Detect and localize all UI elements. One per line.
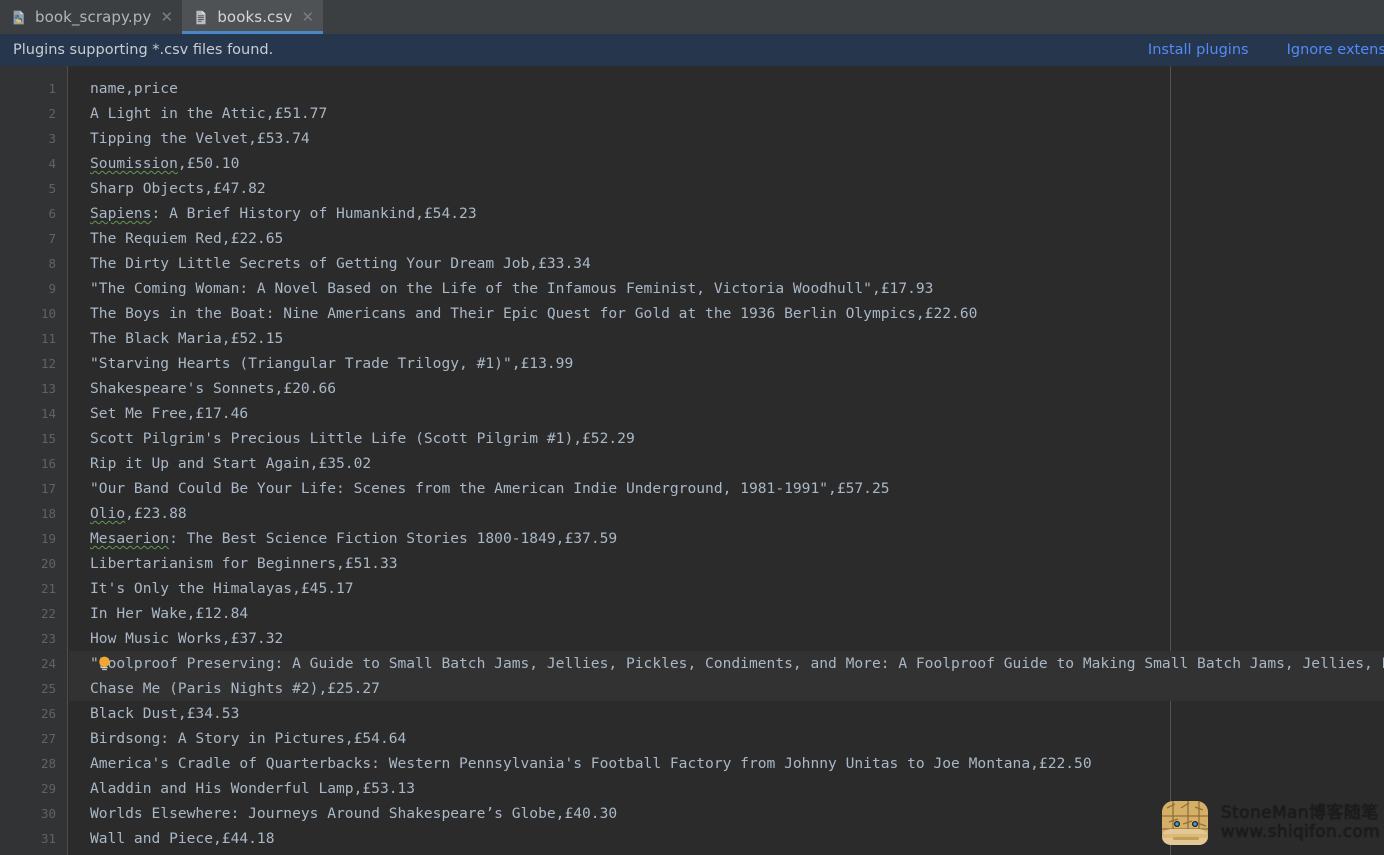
line-number: 8 bbox=[48, 256, 56, 271]
line-number: 24 bbox=[40, 656, 56, 671]
code-editor[interactable]: 1 2 3 4 5 6 7 8 9 10 11 12 13 14 15 16 17 18 19 20 21 22 23 24 2… bbox=[0, 66, 1384, 855]
code-line[interactable]: A Light in the Attic,£51.77 bbox=[69, 101, 1384, 126]
code-line[interactable]: Worlds Elsewhere: Journeys Around Shakes… bbox=[69, 801, 1384, 826]
line-number: 3 bbox=[48, 131, 56, 146]
code-line[interactable]: Black Dust,£34.53 bbox=[69, 701, 1384, 726]
code-line[interactable]: The Boys in the Boat: Nine Americans and… bbox=[69, 301, 1384, 326]
code-line[interactable]: "Foolproof Preserving: A Guide to Small … bbox=[69, 651, 1384, 676]
line-number: 2 bbox=[48, 106, 56, 121]
line-number: 11 bbox=[40, 331, 56, 346]
line-number: 14 bbox=[40, 406, 56, 421]
code-line[interactable]: Sharp Objects,£47.82 bbox=[69, 176, 1384, 201]
code-line[interactable]: The Four Agreements: A Practical Guide t… bbox=[69, 851, 1384, 855]
code-line[interactable]: Olio,£23.88 bbox=[69, 501, 1384, 526]
tab-close-icon[interactable]: ✕ bbox=[160, 9, 174, 25]
line-number-gutter[interactable]: 1 2 3 4 5 6 7 8 9 10 11 12 13 14 15 16 17 18 19 20 21 22 23 24 2… bbox=[0, 66, 68, 855]
code-line[interactable]: Soumission,£50.10 bbox=[69, 151, 1384, 176]
code-line[interactable]: The Black Maria,£52.15 bbox=[69, 326, 1384, 351]
code-line[interactable]: Shakespeare's Sonnets,£20.66 bbox=[69, 376, 1384, 401]
line-number: 25 bbox=[40, 681, 56, 696]
code-line[interactable]: The Dirty Little Secrets of Getting Your… bbox=[69, 251, 1384, 276]
line-number: 7 bbox=[48, 231, 56, 246]
code-text-area[interactable]: name,price A Light in the Attic,£51.77 Tip… bbox=[69, 66, 1384, 855]
line-number: 12 bbox=[40, 356, 56, 371]
code-line[interactable]: How Music Works,£37.32 bbox=[69, 626, 1384, 651]
line-number: 18 bbox=[40, 506, 56, 521]
line-number: 5 bbox=[48, 181, 56, 196]
code-line[interactable]: Mesaerion: The Best Science Fiction Stor… bbox=[69, 526, 1384, 551]
code-line[interactable]: Set Me Free,£17.46 bbox=[69, 401, 1384, 426]
code-line[interactable]: Birdsong: A Story in Pictures,£54.64 bbox=[69, 726, 1384, 751]
line-number: 4 bbox=[48, 156, 56, 171]
python-file-icon bbox=[13, 10, 24, 24]
line-number: 15 bbox=[40, 431, 56, 446]
line-number: 23 bbox=[40, 631, 56, 646]
tab-book-scrapy-py[interactable]: book_scrapy.py ✕ bbox=[0, 0, 183, 34]
line-number: 6 bbox=[48, 206, 56, 221]
tab-books-csv[interactable]: books.csv ✕ bbox=[182, 0, 324, 34]
code-line[interactable]: "Our Band Could Be Your Life: Scenes fro… bbox=[69, 476, 1384, 501]
code-line[interactable]: Wall and Piece,£44.18 bbox=[69, 826, 1384, 851]
code-line[interactable]: Tipping the Velvet,£53.74 bbox=[69, 126, 1384, 151]
plugin-notification-bar: Plugins supporting *.csv files found. In… bbox=[0, 34, 1384, 66]
ignore-extension-link[interactable]: Ignore extension bbox=[1287, 42, 1384, 58]
tab-label: book_scrapy.py bbox=[35, 8, 152, 26]
intention-bulb-icon[interactable] bbox=[97, 655, 112, 672]
code-line[interactable]: Aladdin and His Wonderful Lamp,£53.13 bbox=[69, 776, 1384, 801]
editor-tab-bar: book_scrapy.py ✕ books.csv ✕ bbox=[0, 0, 1384, 34]
line-number: 32 bbox=[0, 851, 56, 855]
code-line[interactable]: "The Coming Woman: A Novel Based on the … bbox=[69, 276, 1384, 301]
line-number: 29 bbox=[40, 781, 56, 796]
line-number: 21 bbox=[40, 581, 56, 596]
code-line[interactable]: In Her Wake,£12.84 bbox=[69, 601, 1384, 626]
tab-label: books.csv bbox=[217, 8, 293, 26]
code-line[interactable]: name,price bbox=[69, 76, 1384, 101]
line-number: 22 bbox=[40, 606, 56, 621]
notification-message: Plugins supporting *.csv files found. bbox=[13, 42, 274, 58]
line-number: 1 bbox=[48, 81, 56, 96]
line-number: 31 bbox=[40, 831, 56, 846]
csv-file-icon bbox=[196, 10, 206, 24]
code-line[interactable]: The Requiem Red,£22.65 bbox=[69, 226, 1384, 251]
line-number: 26 bbox=[40, 706, 56, 721]
code-line[interactable]: Libertarianism for Beginners,£51.33 bbox=[69, 551, 1384, 576]
code-line[interactable]: Chase Me (Paris Nights #2),£25.27 bbox=[69, 676, 1384, 701]
code-line[interactable]: It's Only the Himalayas,£45.17 bbox=[69, 576, 1384, 601]
line-number: 20 bbox=[40, 556, 56, 571]
line-number: 30 bbox=[40, 806, 56, 821]
code-line[interactable]: Sapiens: A Brief History of Humankind,£5… bbox=[69, 201, 1384, 226]
line-number: 13 bbox=[40, 381, 56, 396]
line-number: 16 bbox=[40, 456, 56, 471]
line-number: 17 bbox=[40, 481, 56, 496]
code-line[interactable]: America's Cradle of Quarterbacks: Wester… bbox=[69, 751, 1384, 776]
line-number: 19 bbox=[40, 531, 56, 546]
code-line[interactable]: "Starving Hearts (Triangular Trade Trilo… bbox=[69, 351, 1384, 376]
code-line[interactable]: Rip it Up and Start Again,£35.02 bbox=[69, 451, 1384, 476]
install-plugins-link[interactable]: Install plugins bbox=[1148, 42, 1249, 58]
line-number: 10 bbox=[40, 306, 56, 321]
tab-close-icon[interactable]: ✕ bbox=[301, 9, 315, 25]
code-line[interactable]: Scott Pilgrim's Precious Little Life (Sc… bbox=[69, 426, 1384, 451]
line-number: 27 bbox=[40, 731, 56, 746]
line-number: 28 bbox=[40, 756, 56, 771]
line-number: 9 bbox=[48, 281, 56, 296]
notification-actions: Install plugins Ignore extension bbox=[1148, 34, 1384, 66]
